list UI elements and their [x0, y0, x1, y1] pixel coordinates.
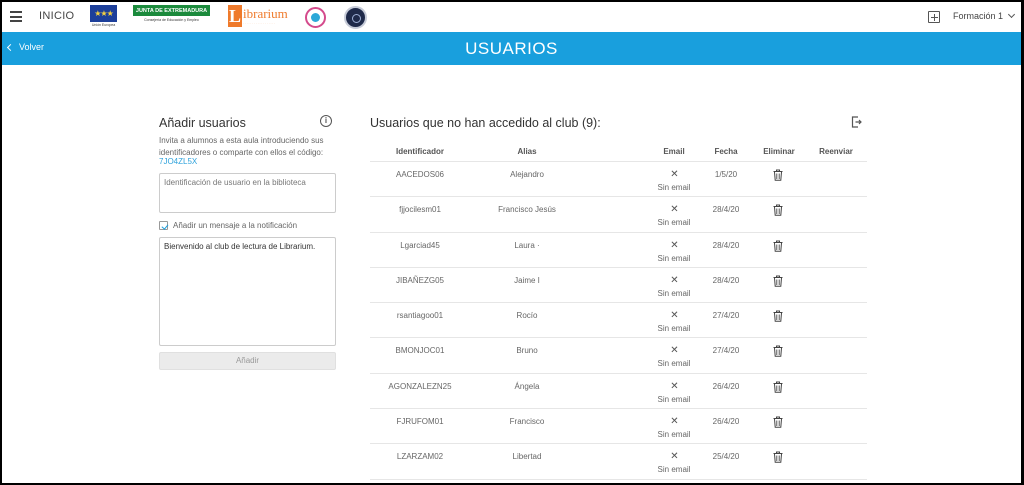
pending-users-title: Usuarios que no han accedido al club (9)… [370, 116, 601, 130]
user-alias: Alejandro [510, 170, 544, 179]
trash-icon[interactable] [773, 451, 783, 464]
trash-icon[interactable] [773, 381, 783, 393]
inicio-link[interactable]: INICIO [39, 10, 74, 22]
users-table: Identificador Alias Email Fecha Eliminar… [370, 140, 867, 480]
table-row: AACEDOS06 Alejandro ✕ Sin email 1/5/20 [370, 162, 867, 198]
table-row: FJRUFOM01 Francisco ✕ Sin email 26/4/20 [370, 409, 867, 445]
table-row: BMONJOC01 Bruno ✕ Sin email 27/4/20 [370, 338, 867, 374]
table-row: AGONZALEZN25 Ángela ✕ Sin email 26/4/20 [370, 374, 867, 410]
message-checkbox-label: Añadir un mensaje a la notificación [173, 221, 298, 230]
top-bar: INICIO ★★★ Unión Europea JUNTA DE EXTREM… [2, 2, 1021, 32]
user-alias: Ángela [514, 381, 540, 391]
close-icon: ✕ [670, 345, 679, 357]
user-id: AACEDOS06 [395, 170, 445, 179]
user-id: JIBAÑEZG05 [395, 275, 444, 285]
add-users-title: Añadir usuarios [159, 116, 246, 130]
email-status: Sin email [657, 359, 691, 369]
user-id: LZARZAM02 [396, 452, 444, 462]
close-icon: ✕ [670, 310, 679, 322]
user-alias: Laura · [514, 240, 540, 250]
user-date: 28/4/20 [712, 275, 740, 285]
column-header-email[interactable]: Email [650, 147, 698, 156]
user-alias: Francisco Jesús [498, 205, 556, 215]
trash-icon[interactable] [773, 310, 783, 322]
notification-message-field[interactable] [159, 237, 336, 346]
email-status: Sin email [657, 218, 691, 228]
email-status: Sin email [657, 430, 691, 440]
email-status: Sin email [657, 288, 691, 298]
group-selector-label: Formación 1 [953, 11, 1004, 21]
email-status: Sin email [657, 183, 691, 192]
partner-logo-1 [305, 7, 326, 28]
trash-icon[interactable] [773, 169, 783, 181]
table-row: fjjocilesm01 Francisco Jesús ✕ Sin email 28/… [370, 197, 867, 233]
table-row: JIBAÑEZG05 Jaime I ✕ Sin email 28/4/20 [370, 268, 867, 304]
message-checkbox-row[interactable]: Añadir un mensaje a la notificación [159, 221, 297, 230]
info-icon[interactable]: i [320, 115, 332, 127]
trash-icon[interactable] [773, 416, 783, 428]
email-status: Sin email [657, 324, 691, 334]
user-alias: Bruno [516, 346, 538, 356]
close-icon: ✕ [670, 204, 679, 216]
close-icon: ✕ [670, 380, 679, 392]
close-icon: ✕ [670, 239, 679, 251]
chevron-down-icon [1007, 10, 1016, 19]
table-row: rsantiagoo01 Rocío ✕ Sin email 27/4/20 [370, 303, 867, 339]
eu-logo: ★★★ Unión Europea [90, 5, 117, 29]
user-date: 27/4/20 [712, 311, 740, 321]
user-alias: Francisco [509, 417, 545, 427]
trash-icon[interactable] [773, 275, 783, 287]
partner-logo-2 [344, 6, 367, 29]
email-status: Sin email [657, 394, 691, 404]
add-box-icon[interactable] [928, 11, 940, 23]
menu-icon[interactable] [10, 11, 22, 22]
close-icon: ✕ [670, 169, 679, 180]
user-id: BMONJOC01 [395, 346, 445, 356]
close-icon: ✕ [670, 451, 679, 463]
add-button[interactable]: Añadir [159, 352, 336, 370]
user-id: Lgarciad45 [400, 240, 440, 250]
close-icon: ✕ [670, 274, 679, 286]
user-id: rsantiagoo01 [396, 311, 444, 321]
trash-icon[interactable] [773, 240, 783, 252]
trash-icon[interactable] [773, 345, 783, 358]
message-checkbox[interactable] [159, 221, 168, 230]
column-header-reenviar: Reenviar [819, 147, 853, 156]
invite-code[interactable]: 7JO4ZL5X [159, 157, 197, 166]
user-date: 1/5/20 [714, 170, 738, 179]
user-id-input[interactable] [159, 173, 336, 213]
close-icon: ✕ [670, 416, 679, 428]
user-id: AGONZALEZN25 [388, 381, 452, 391]
export-icon[interactable] [851, 116, 862, 128]
junta-extremadura-logo: JUNTA DE EXTREMADURA Consejería de Educa… [133, 5, 210, 29]
column-header-id[interactable]: Identificador [370, 147, 470, 156]
user-date: 26/4/20 [712, 381, 740, 391]
table-row: LZARZAM02 Libertad ✕ Sin email 25/4/20 [370, 444, 867, 480]
page-title: USUARIOS [465, 39, 558, 58]
table-body: AACEDOS06 Alejandro ✕ Sin email 1/5/20 fjjoci… [370, 162, 867, 480]
column-header-alias[interactable]: Alias [477, 147, 577, 156]
group-selector[interactable]: Formación 1 [953, 10, 1016, 21]
user-id: FJRUFOM01 [396, 417, 444, 427]
column-header-eliminar: Eliminar [763, 147, 795, 156]
user-date: 28/4/20 [712, 205, 740, 215]
user-alias: Libertad [512, 452, 542, 462]
user-alias: Rocío [516, 311, 538, 321]
librarium-logo: L ibrarium · · · · · · · · · · · · · · ·… [228, 5, 288, 27]
column-header-fecha[interactable]: Fecha [703, 147, 749, 156]
user-date: 26/4/20 [712, 417, 740, 427]
table-header: Identificador Alias Email Fecha Eliminar… [370, 140, 867, 162]
page-header: Volver USUARIOS [2, 32, 1021, 65]
user-date: 28/4/20 [712, 240, 740, 250]
user-alias: Jaime I [514, 275, 540, 285]
app-window: INICIO ★★★ Unión Europea JUNTA DE EXTREM… [2, 2, 1021, 483]
trash-icon[interactable] [773, 204, 783, 217]
user-date: 25/4/20 [712, 452, 740, 462]
user-id: fjjocilesm01 [399, 205, 441, 215]
invite-text: Invita a alumnos a esta aula introducien… [159, 136, 324, 157]
email-status: Sin email [657, 465, 691, 475]
table-row: Lgarciad45 Laura · ✕ Sin email 28/4/20 [370, 233, 867, 268]
user-date: 27/4/20 [712, 346, 740, 356]
email-status: Sin email [657, 253, 691, 263]
